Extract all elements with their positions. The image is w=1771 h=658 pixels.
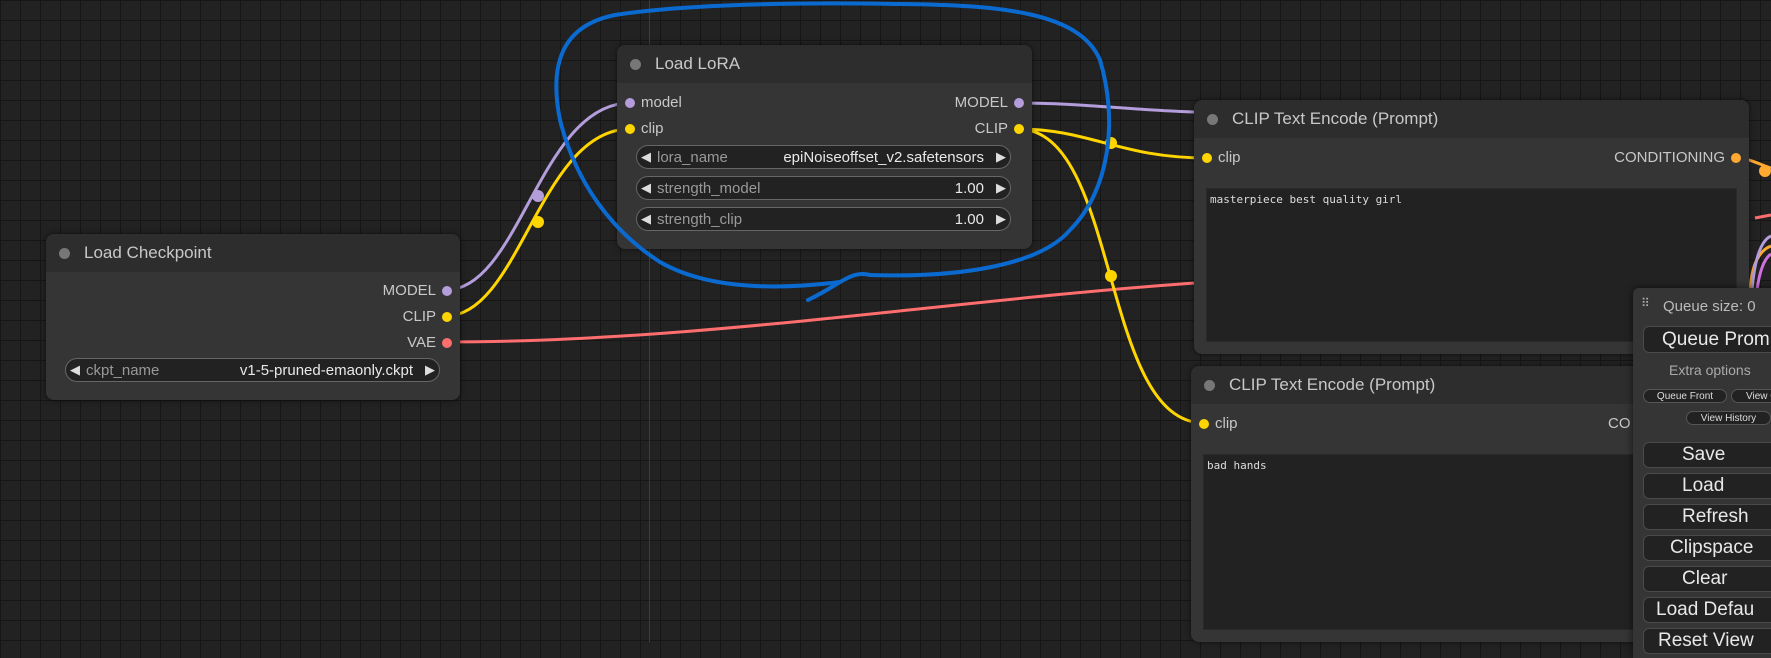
queue-menu-panel[interactable]: ⠿ Queue size: 0 Queue Prom Extra options…	[1633, 288, 1771, 658]
model-output-pin[interactable]	[1014, 98, 1024, 108]
clip-input-pin[interactable]	[1199, 419, 1209, 429]
arrow-right-icon[interactable]: ▶	[992, 149, 1010, 165]
clip-neg-title: CLIP Text Encode (Prompt)	[1229, 375, 1436, 394]
conditioning-output-pin[interactable]	[1731, 153, 1741, 163]
load-checkpoint-node[interactable]: Load Checkpoint MODEL CLIP VAE ◀ ckpt_na…	[46, 234, 460, 400]
arrow-left-icon[interactable]: ◀	[66, 362, 84, 378]
load-lora-node[interactable]: Load LoRA model MODEL clip CLIP ◀ lora_n…	[617, 45, 1032, 249]
arrow-left-icon[interactable]: ◀	[637, 211, 655, 227]
output-slot-clip[interactable]: CLIP	[974, 120, 1024, 137]
output-label-clip: CLIP	[974, 120, 1008, 137]
load-lora-title: Load LoRA	[655, 54, 741, 73]
queue-size-label: Queue size: 0	[1663, 298, 1756, 315]
clip-link	[445, 127, 631, 318]
view-history-button[interactable]: View History	[1686, 411, 1771, 425]
output-label-clip: CLIP	[402, 308, 436, 325]
vae-link	[445, 281, 1196, 344]
load-checkpoint-title-bar[interactable]: Load Checkpoint	[46, 234, 460, 272]
widget-name: ckpt_name	[86, 361, 160, 379]
clip-pos-link-midpoint	[1105, 137, 1117, 149]
clear-button[interactable]: Clear	[1643, 566, 1771, 592]
edge-link-orange	[1748, 244, 1771, 291]
input-slot-clip[interactable]: clip	[625, 120, 664, 137]
node-collapse-dot[interactable]	[1204, 380, 1215, 391]
widget-value: 1.00	[954, 179, 984, 197]
arrow-left-icon[interactable]: ◀	[637, 180, 655, 196]
reset-view-button[interactable]: Reset View	[1643, 628, 1771, 654]
view-queue-button[interactable]: View Q	[1731, 389, 1771, 403]
input-slot-model[interactable]: model	[625, 94, 682, 111]
output-slot-vae[interactable]: VAE	[407, 334, 452, 351]
arrow-right-icon[interactable]: ▶	[992, 211, 1010, 227]
clip-neg-link-midpoint	[1105, 270, 1117, 282]
lora-model-out-link	[1017, 101, 1196, 114]
widget-value: 1.00	[954, 210, 984, 228]
load-checkpoint-title: Load Checkpoint	[84, 243, 212, 262]
clip-link-midpoint	[532, 216, 544, 228]
load-lora-title-bar[interactable]: Load LoRA	[617, 45, 1032, 83]
output-slot-clip[interactable]: CLIP	[402, 308, 452, 325]
widget-name: lora_name	[657, 148, 728, 166]
arrow-right-icon[interactable]: ▶	[421, 362, 439, 378]
clip-output-pin[interactable]	[1014, 124, 1024, 134]
lora-clip-pos-link	[1017, 127, 1208, 160]
output-slot-model[interactable]: MODEL	[954, 94, 1024, 111]
widget-name: strength_clip	[657, 210, 743, 228]
arrow-left-icon[interactable]: ◀	[637, 149, 655, 165]
queue-prompt-button[interactable]: Queue Prom	[1643, 326, 1771, 353]
model-link-midpoint	[532, 190, 544, 202]
model-output-pin[interactable]	[442, 286, 452, 296]
edge-link-violet	[1755, 252, 1771, 291]
arrow-right-icon[interactable]: ▶	[992, 180, 1010, 196]
input-slot-clip[interactable]: clip	[1202, 149, 1241, 166]
clip-pos-title: CLIP Text Encode (Prompt)	[1232, 109, 1439, 128]
extra-options-label: Extra options	[1669, 362, 1751, 378]
widget-value: v1-5-pruned-emaonly.ckpt	[239, 361, 413, 379]
widget-name: strength_model	[657, 179, 761, 197]
output-label-conditioning: CONDITIONING	[1614, 149, 1725, 166]
node-collapse-dot[interactable]	[630, 59, 641, 70]
ckpt-name-combo[interactable]: ◀ ckpt_name v1-5-pruned-emaonly.ckpt ▶	[65, 358, 440, 382]
output-label-vae: VAE	[407, 334, 436, 351]
clip-input-pin[interactable]	[1202, 153, 1212, 163]
edge-link-violet-2	[1750, 234, 1771, 291]
output-label-model: MODEL	[382, 282, 436, 299]
output-label-conditioning: CO	[1608, 415, 1631, 432]
model-input-pin[interactable]	[625, 98, 635, 108]
input-label-clip: clip	[641, 120, 664, 137]
input-label-clip: clip	[1218, 149, 1241, 166]
clip-output-pin[interactable]	[442, 312, 452, 322]
output-slot-model[interactable]: MODEL	[382, 282, 452, 299]
strength-clip-number[interactable]: ◀ strength_clip 1.00 ▶	[636, 207, 1011, 231]
lora-name-combo[interactable]: ◀ lora_name epiNoiseoffset_v2.safetensor…	[636, 145, 1011, 169]
clip-pos-title-bar[interactable]: CLIP Text Encode (Prompt)	[1194, 100, 1749, 138]
node-collapse-dot[interactable]	[1207, 114, 1218, 125]
input-slot-clip[interactable]: clip	[1199, 415, 1238, 432]
refresh-button[interactable]: Refresh	[1643, 504, 1771, 530]
output-slot-conditioning[interactable]: CONDITIONING	[1614, 149, 1741, 166]
output-label-model: MODEL	[954, 94, 1008, 111]
widget-value: epiNoiseoffset_v2.safetensors	[783, 148, 984, 166]
output-slot-conditioning[interactable]: CO	[1608, 415, 1631, 432]
queue-front-button[interactable]: Queue Front	[1643, 389, 1727, 403]
lora-clip-neg-link	[1017, 127, 1205, 425]
input-label-model: model	[641, 94, 682, 111]
strength-model-number[interactable]: ◀ strength_model 1.00 ▶	[636, 176, 1011, 200]
node-collapse-dot[interactable]	[59, 248, 70, 259]
drag-handle-icon[interactable]: ⠿	[1641, 296, 1650, 310]
model-link	[445, 101, 631, 292]
clipspace-button[interactable]: Clipspace	[1643, 535, 1771, 561]
clip-input-pin[interactable]	[625, 124, 635, 134]
load-button[interactable]: Load	[1643, 473, 1771, 499]
save-button[interactable]: Save	[1643, 442, 1771, 468]
edge-link-pink	[1754, 213, 1771, 220]
load-default-button[interactable]: Load Defau	[1643, 597, 1771, 623]
input-label-clip: clip	[1215, 415, 1238, 432]
vae-output-pin[interactable]	[442, 338, 452, 348]
conditioning-link-midpoint	[1759, 165, 1771, 177]
